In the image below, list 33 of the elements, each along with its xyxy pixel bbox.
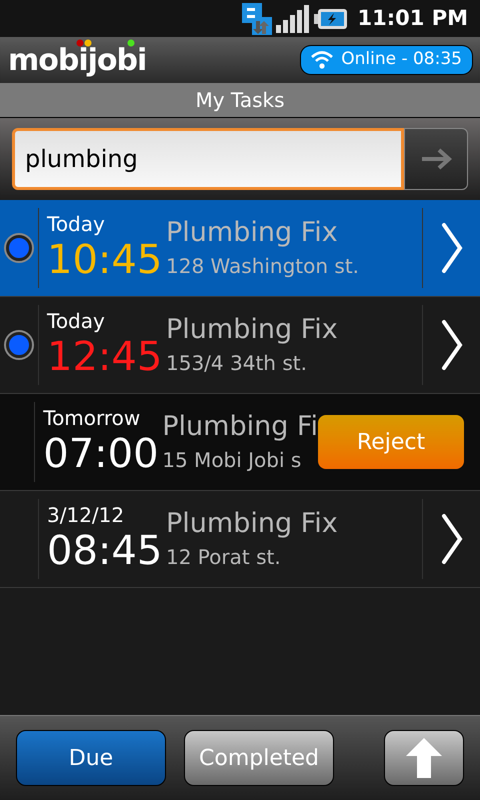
task-address: 153/4 34th st. xyxy=(166,350,308,377)
task-time: 10:45 xyxy=(47,236,162,284)
task-time: 07:00 xyxy=(43,430,158,478)
search-go-button[interactable] xyxy=(404,128,468,190)
chevron-right-icon xyxy=(440,513,462,565)
tab-button[interactable]: Due xyxy=(16,730,166,786)
logo-dots-icon xyxy=(76,38,136,46)
task-day: Today xyxy=(47,212,162,236)
screen-title: My Tasks xyxy=(195,87,285,114)
mobijobi-logo: mobijobi xyxy=(8,38,146,82)
task-day: Tomorrow xyxy=(43,406,158,430)
battery-charging-icon xyxy=(314,8,348,30)
signal-icon xyxy=(276,4,310,32)
task-title: Plumbing Fi xyxy=(162,410,318,444)
task-title: Plumbing Fix xyxy=(166,313,339,347)
task-time: 08:45 xyxy=(47,527,162,575)
arrow-right-icon xyxy=(420,148,452,170)
task-address: 12 Porat st. xyxy=(166,544,282,571)
arrow-up-icon xyxy=(406,738,442,778)
scroll-top-button[interactable] xyxy=(384,730,464,786)
clock-text: 11:01 PM xyxy=(358,4,468,32)
search-field[interactable]: plumbing xyxy=(12,128,404,190)
task-day: Today xyxy=(47,309,162,333)
task-title: Plumbing Fix xyxy=(166,507,339,541)
task-day: 3/12/12 xyxy=(47,503,162,527)
connection-text: Online - 08:35 xyxy=(341,48,462,72)
task-title: Plumbing Fix xyxy=(166,216,339,250)
task-time: 12:45 xyxy=(47,333,162,381)
chevron-right-icon xyxy=(440,319,462,371)
chevron-right-icon xyxy=(440,222,462,274)
task-address: 128 Washington st. xyxy=(166,253,360,280)
task-address: 15 Mobi Jobi s xyxy=(162,447,302,474)
wifi-icon xyxy=(311,51,334,69)
